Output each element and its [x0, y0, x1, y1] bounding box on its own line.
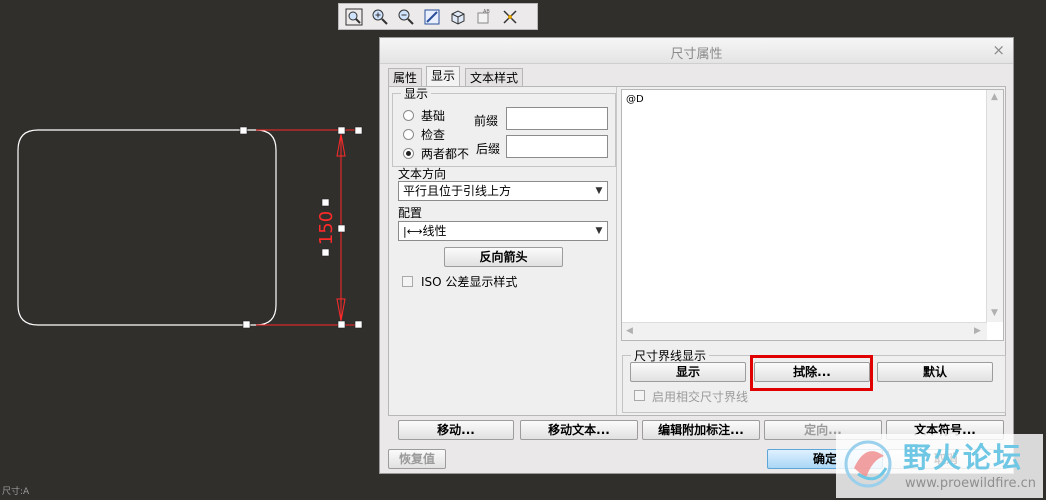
- radio-neither[interactable]: [403, 148, 414, 159]
- prefix-label: 前缀: [474, 114, 499, 128]
- zoom-out-icon[interactable]: [394, 6, 417, 28]
- repaint-icon[interactable]: [420, 6, 443, 28]
- move-button[interactable]: 移动...: [398, 420, 514, 440]
- placement-label: 配置: [398, 206, 423, 220]
- drawing-canvas[interactable]: 150: [0, 0, 380, 500]
- text-orientation-select[interactable]: 平行且位于引线上方 ▼: [398, 181, 608, 201]
- column-divider: [616, 87, 617, 415]
- flip-arrows-button[interactable]: 反向箭头: [444, 247, 563, 267]
- zoom-in-icon[interactable]: [368, 6, 391, 28]
- intersect-witness-checkbox[interactable]: [634, 390, 645, 401]
- restore-button[interactable]: 恢复值: [388, 449, 446, 469]
- display-group-legend: 显示: [404, 87, 429, 101]
- datum-display-icon[interactable]: [498, 6, 521, 28]
- zoom-fit-icon[interactable]: [342, 6, 365, 28]
- suffix-label: 后缀: [476, 142, 501, 156]
- view-toolbar: AB: [338, 3, 538, 30]
- tab-properties[interactable]: 属性: [388, 68, 423, 86]
- selection-handles[interactable]: [239, 126, 363, 329]
- scroll-right-icon[interactable]: ▶: [974, 326, 981, 336]
- tab-display[interactable]: 显示: [426, 66, 461, 86]
- iso-tolerance-checkbox[interactable]: [402, 276, 413, 287]
- horizontal-scrollbar[interactable]: ◀ ▶: [622, 322, 987, 340]
- placement-value: 线性: [422, 224, 447, 238]
- display-style-icon[interactable]: [446, 6, 469, 28]
- chevron-down-icon[interactable]: ▼: [591, 182, 607, 200]
- svg-text:AB: AB: [483, 9, 490, 15]
- dimension-text-area[interactable]: @D ▲ ▼ ◀ ▶: [621, 89, 1004, 341]
- edit-attachment-button[interactable]: 编辑附加标注...: [642, 420, 760, 440]
- sketch-rectangle[interactable]: [17, 129, 277, 326]
- radio-basic[interactable]: [403, 110, 414, 121]
- radio-inspection[interactable]: [403, 129, 414, 140]
- dialog-title: 尺寸属性: [670, 47, 723, 62]
- watermark-text: 野火论坛: [903, 441, 1024, 474]
- scroll-down-icon[interactable]: ▼: [991, 308, 998, 318]
- highlight-box: [750, 355, 873, 391]
- dimension-text: @D: [626, 94, 644, 105]
- radio-basic-label: 基础: [421, 109, 446, 123]
- default-witness-button[interactable]: 默认: [877, 362, 993, 382]
- close-icon[interactable]: ×: [992, 41, 1005, 59]
- tab-text-style[interactable]: 文本样式: [465, 68, 524, 86]
- dimension-properties-dialog: 尺寸属性 × 属性 显示 文本样式 显示 基础 检查 两者都不 前缀 后缀 文本…: [379, 37, 1014, 474]
- annotation-display-icon[interactable]: AB: [472, 6, 495, 28]
- dialog-titlebar[interactable]: 尺寸属性 ×: [380, 38, 1013, 64]
- move-text-button[interactable]: 移动文本...: [520, 420, 638, 440]
- intersect-witness-label: 启用相交尺寸界线: [652, 390, 749, 404]
- text-orientation-value: 平行且位于引线上方: [403, 184, 512, 198]
- chevron-down-icon[interactable]: ▼: [591, 222, 607, 240]
- scroll-left-icon[interactable]: ◀: [626, 326, 633, 336]
- status-text: 尺寸:A: [2, 487, 30, 497]
- prefix-input[interactable]: [506, 107, 608, 130]
- dimension-value[interactable]: 150: [316, 211, 337, 245]
- suffix-input[interactable]: [506, 135, 608, 158]
- show-witness-button[interactable]: 显示: [630, 362, 746, 382]
- vertical-scrollbar[interactable]: ▲ ▼: [986, 90, 1003, 322]
- linear-dimension-icon: |⟷: [403, 225, 423, 238]
- placement-select[interactable]: |⟷线性 ▼: [398, 221, 608, 241]
- text-orientation-label: 文本方向: [398, 167, 447, 181]
- scroll-up-icon[interactable]: ▲: [991, 92, 998, 102]
- watermark-url: www.proewildfire.cn: [905, 476, 1036, 491]
- radio-neither-label: 两者都不: [421, 147, 470, 161]
- iso-tolerance-label: ISO 公差显示样式: [421, 275, 518, 289]
- radio-inspection-label: 检查: [421, 128, 446, 142]
